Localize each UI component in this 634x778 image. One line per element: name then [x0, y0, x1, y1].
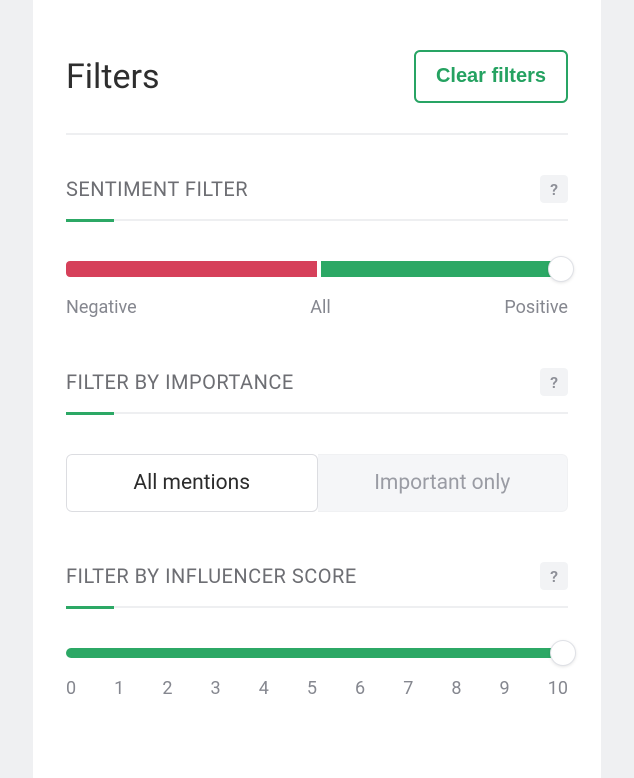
tick-5: 5 — [307, 678, 317, 699]
header: Filters Clear filters — [66, 50, 568, 103]
divider — [66, 133, 568, 135]
importance-header: FILTER BY IMPORTANCE ? — [66, 368, 568, 396]
page-title: Filters — [66, 57, 160, 97]
sentiment-positive-track — [321, 261, 568, 277]
sentiment-slider-handle[interactable] — [548, 256, 574, 282]
help-icon[interactable]: ? — [540, 368, 568, 396]
importance-section: FILTER BY IMPORTANCE ? All mentions Impo… — [66, 368, 568, 512]
tick-8: 8 — [451, 678, 461, 699]
help-icon[interactable]: ? — [540, 562, 568, 590]
sentiment-title: SENTIMENT FILTER — [66, 177, 248, 201]
influencer-tick-labels: 0 1 2 3 4 5 6 7 8 9 10 — [66, 678, 568, 699]
importance-title: FILTER BY IMPORTANCE — [66, 370, 294, 394]
tick-0: 0 — [66, 678, 76, 699]
importance-toggle: All mentions Important only — [66, 454, 568, 512]
help-icon[interactable]: ? — [540, 175, 568, 203]
section-underline — [66, 606, 568, 608]
influencer-title: FILTER BY INFLUENCER SCORE — [66, 564, 357, 588]
tick-10: 10 — [548, 678, 568, 699]
tick-6: 6 — [355, 678, 365, 699]
tick-4: 4 — [259, 678, 269, 699]
filters-card: Filters Clear filters SENTIMENT FILTER ?… — [33, 0, 601, 778]
importance-option-important[interactable]: Important only — [318, 454, 569, 512]
importance-option-all[interactable]: All mentions — [66, 454, 318, 512]
influencer-section: FILTER BY INFLUENCER SCORE ? 0 1 2 3 4 5… — [66, 562, 568, 699]
sentiment-label-all: All — [310, 297, 331, 318]
underline-active-indicator — [66, 219, 114, 222]
tick-9: 9 — [500, 678, 510, 699]
sentiment-slider[interactable] — [66, 261, 568, 277]
sentiment-section: SENTIMENT FILTER ? Negative All Positive — [66, 175, 568, 318]
tick-1: 1 — [114, 678, 124, 699]
section-underline — [66, 412, 568, 414]
underline-active-indicator — [66, 412, 114, 415]
sentiment-labels: Negative All Positive — [66, 297, 568, 318]
section-underline — [66, 219, 568, 221]
influencer-slider[interactable] — [66, 648, 568, 658]
sentiment-label-positive: Positive — [504, 297, 568, 318]
influencer-header: FILTER BY INFLUENCER SCORE ? — [66, 562, 568, 590]
clear-filters-button[interactable]: Clear filters — [414, 50, 568, 103]
sentiment-negative-track — [66, 261, 317, 277]
tick-2: 2 — [162, 678, 172, 699]
tick-7: 7 — [403, 678, 413, 699]
influencer-slider-handle[interactable] — [550, 640, 576, 666]
underline-active-indicator — [66, 606, 114, 609]
sentiment-label-negative: Negative — [66, 297, 137, 318]
sentiment-header: SENTIMENT FILTER ? — [66, 175, 568, 203]
tick-3: 3 — [211, 678, 221, 699]
